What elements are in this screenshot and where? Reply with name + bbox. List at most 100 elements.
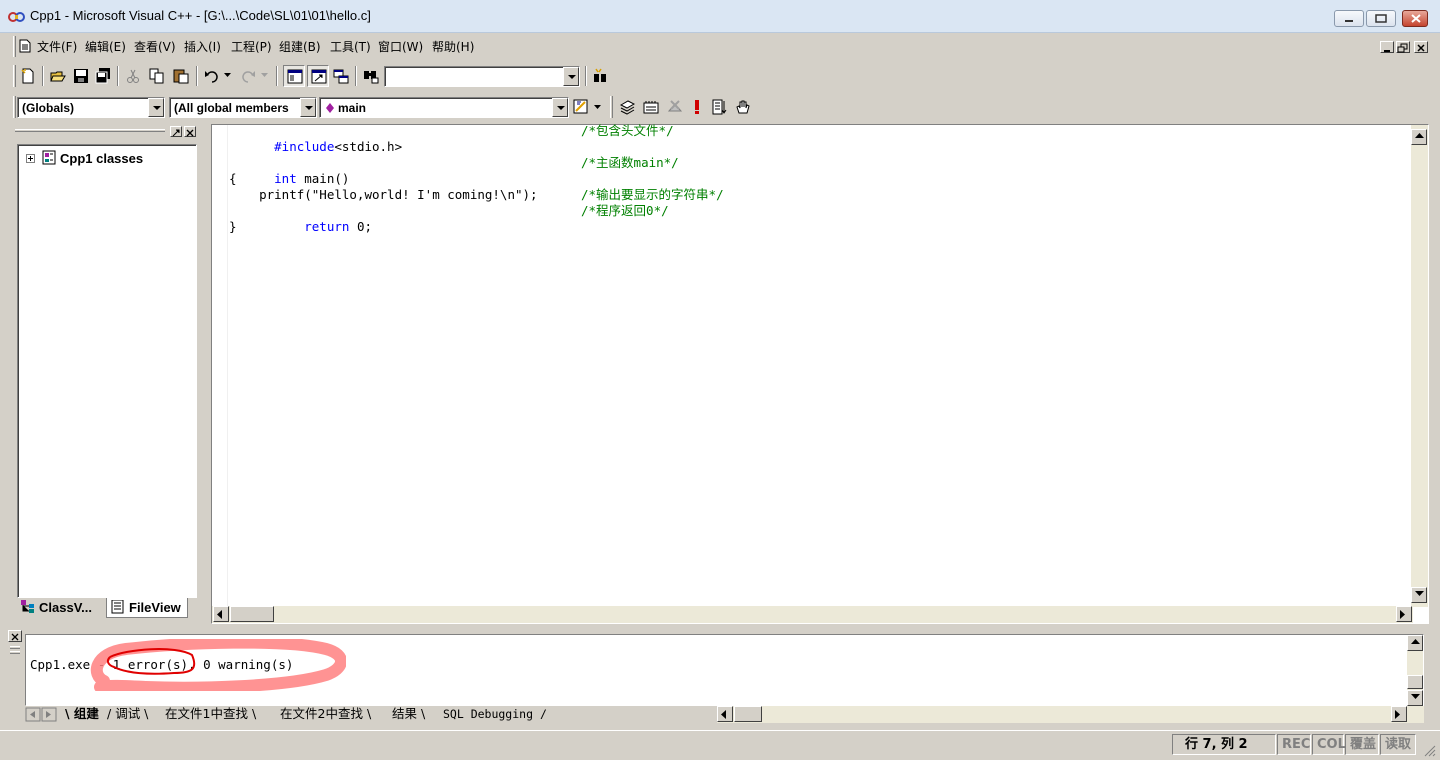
code-line[interactable]: int main() (229, 155, 349, 186)
save-button[interactable] (70, 65, 92, 87)
redo-dropdown-icon[interactable] (261, 72, 269, 78)
code-line[interactable]: #include<stdio.h> (229, 123, 402, 154)
menu-edit[interactable]: 编辑(E) (85, 40, 126, 54)
redo-button[interactable] (237, 65, 259, 87)
output-scroll-down-button[interactable] (1407, 690, 1423, 706)
menu-view[interactable]: 查看(V) (134, 40, 176, 54)
expand-icon[interactable] (26, 154, 35, 163)
tab-classview[interactable]: ClassV... (17, 598, 105, 618)
code-line[interactable]: { (229, 171, 237, 187)
filter-combo[interactable]: (All global members (169, 97, 317, 118)
menu-help[interactable]: 帮助(H) (432, 40, 474, 54)
close-button[interactable] (1402, 10, 1428, 27)
wizard-action-dropdown-icon[interactable] (594, 104, 602, 110)
menu-window[interactable]: 窗口(W) (378, 40, 423, 54)
toolbar-grip[interactable] (610, 96, 613, 118)
menu-build[interactable]: 组建(B) (279, 40, 321, 54)
copy-button[interactable] (146, 65, 168, 87)
paste-button[interactable] (170, 65, 192, 87)
menu-insert[interactable]: 插入(I) (184, 40, 221, 54)
save-all-button[interactable] (92, 65, 114, 87)
mdi-close-button[interactable] (1414, 41, 1428, 53)
output-vertical-scrollbar[interactable] (1407, 635, 1423, 707)
scroll-left-button[interactable] (213, 606, 229, 622)
output-panel: Cpp1.exe - 1 error(s), 0 warning(s) \ 组建… (0, 628, 1440, 728)
code-area[interactable]: #include<stdio.h> /*包含头文件*/ int main() /… (229, 123, 1413, 607)
horizontal-scroll-thumb[interactable] (230, 606, 274, 622)
mdi-restore-button[interactable] (1396, 41, 1410, 53)
member-combo-dropdown[interactable] (552, 98, 568, 117)
output-text-pane[interactable]: Cpp1.exe - 1 error(s), 0 warning(s) (25, 634, 1424, 707)
output-close-button[interactable] (8, 630, 22, 642)
document-icon[interactable] (19, 39, 31, 53)
tab-fileview[interactable]: FileView (106, 598, 188, 618)
tab-results[interactable]: 结果 \ (392, 706, 425, 723)
window-list-button[interactable] (330, 65, 352, 87)
output-scroll-up-button[interactable] (1407, 635, 1423, 651)
workspace-button[interactable] (283, 65, 305, 87)
code-line[interactable]: } (229, 219, 237, 235)
stop-build-button[interactable] (664, 96, 686, 118)
class-combo[interactable]: (Globals) (17, 97, 165, 118)
scroll-down-button[interactable] (1411, 587, 1427, 603)
output-scroll-left-button[interactable] (717, 706, 733, 722)
class-tree[interactable]: Cpp1 classes (17, 144, 197, 598)
compile-button[interactable] (616, 96, 638, 118)
title-bar: Cpp1 - Microsoft Visual C++ - [G:\...\Co… (0, 0, 1440, 33)
tab-sql-debugging[interactable]: SQL Debugging / (443, 706, 547, 723)
editor-vertical-scrollbar[interactable] (1411, 125, 1428, 607)
maximize-button[interactable] (1366, 10, 1396, 27)
code-editor[interactable]: #include<stdio.h> /*包含头文件*/ int main() /… (211, 123, 1429, 624)
output-horizontal-thumb[interactable] (734, 706, 762, 722)
arrow-left-icon (217, 610, 222, 619)
minimize-button[interactable] (1334, 10, 1364, 27)
panel-close-button[interactable] (184, 126, 196, 137)
output-button[interactable] (307, 65, 329, 87)
menu-file[interactable]: 文件(F) (37, 40, 77, 54)
tab-find-in-files-1[interactable]: 在文件1中查找 \ (165, 706, 256, 723)
find-in-files-button[interactable] (360, 65, 382, 87)
build-button[interactable] (640, 96, 662, 118)
open-folder-icon (50, 71, 66, 82)
panel-maximize-button[interactable] (170, 126, 182, 137)
menu-tools[interactable]: 工具(T) (330, 40, 371, 54)
filter-combo-dropdown[interactable] (300, 98, 316, 117)
panel-grip[interactable] (15, 129, 165, 132)
scroll-right-button[interactable] (1396, 606, 1412, 622)
output-scroll-right-button[interactable] (1391, 706, 1407, 722)
output-grip[interactable] (10, 651, 20, 654)
output-scroll-thumb[interactable] (1407, 675, 1423, 689)
execute-button[interactable] (686, 96, 708, 118)
find-button[interactable] (590, 65, 612, 87)
code-line[interactable]: return 0; (229, 203, 372, 234)
find-combo-dropdown[interactable] (563, 67, 579, 86)
tab-debug[interactable]: / 调试 \ (107, 706, 148, 723)
resize-grip-icon[interactable] (1422, 743, 1436, 757)
member-combo[interactable]: main (319, 97, 569, 118)
code-line[interactable]: printf("Hello,world! I'm coming!\n"); (229, 187, 537, 203)
scroll-up-button[interactable] (1411, 129, 1427, 145)
menubar-grip[interactable] (13, 36, 16, 57)
tab-find-in-files-2[interactable]: 在文件2中查找 \ (280, 706, 371, 723)
output-grip[interactable] (10, 646, 20, 649)
wizard-action-button[interactable] (570, 96, 592, 118)
find-combo[interactable] (384, 66, 580, 87)
open-button[interactable] (47, 65, 69, 87)
new-text-file-button[interactable] (17, 65, 39, 87)
toolbar-grip[interactable] (13, 96, 16, 118)
toolbar-grip[interactable] (13, 65, 16, 87)
cut-button[interactable] (122, 65, 144, 87)
menu-project[interactable]: 工程(P) (231, 40, 272, 54)
class-combo-dropdown[interactable] (148, 98, 164, 117)
output-horizontal-scrollbar[interactable] (717, 706, 1424, 723)
go-icon (712, 99, 727, 115)
editor-gutter[interactable] (212, 125, 228, 607)
undo-button[interactable] (201, 65, 223, 87)
undo-dropdown-icon[interactable] (224, 72, 232, 78)
tab-build[interactable]: \ 组建 (65, 706, 99, 723)
mdi-minimize-button[interactable] (1380, 41, 1394, 53)
insert-breakpoint-button[interactable] (732, 96, 754, 118)
tab-nav-buttons[interactable] (25, 706, 59, 723)
go-button[interactable] (709, 96, 731, 118)
editor-horizontal-scrollbar[interactable] (212, 606, 1413, 623)
